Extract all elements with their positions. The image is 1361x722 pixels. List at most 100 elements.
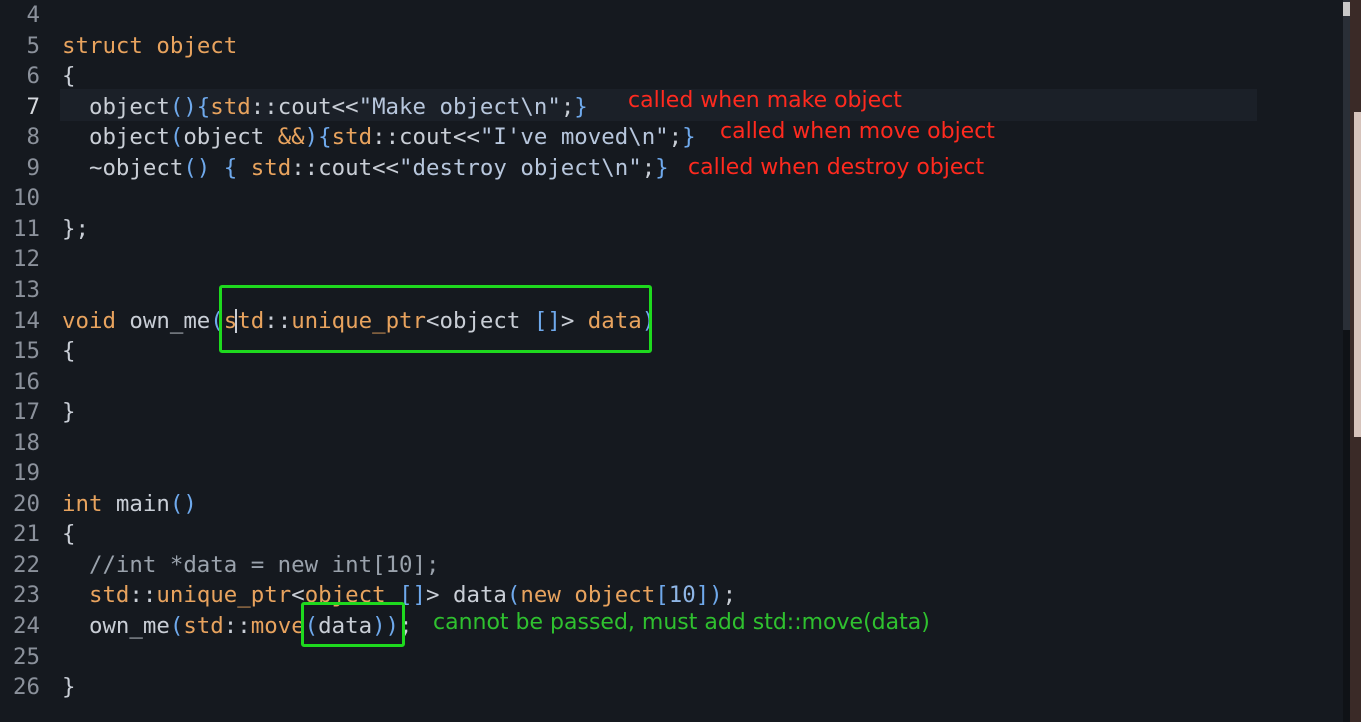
code-token: "destroy object\n" <box>399 154 642 181</box>
code-token: int <box>62 490 103 517</box>
annotation-move-object: called when move object <box>720 119 995 144</box>
highlight-box-move-argument <box>301 602 405 647</box>
code-token: std <box>250 154 292 181</box>
code-token: ::cout<< <box>250 93 359 120</box>
code-token: ){ <box>304 124 332 151</box>
code-text: object(){std::cout<<"Make object\n";} <box>62 92 588 123</box>
code-line[interactable]: 11}; <box>0 214 1343 245</box>
code-line[interactable]: 10 <box>0 183 1343 214</box>
line-number: 17 <box>13 399 40 426</box>
code-line[interactable]: 9 ~object() { std::cout<<"destroy object… <box>0 153 1343 184</box>
line-number: 4 <box>26 2 40 28</box>
code-token: ; <box>668 124 683 151</box>
code-token: () { <box>183 154 251 181</box>
code-token: object <box>183 124 278 151</box>
code-token: ( <box>169 613 184 639</box>
code-token: () <box>169 490 197 517</box>
code-token: > data <box>426 582 507 609</box>
code-line[interactable]: 5 struct object <box>0 31 1343 62</box>
code-token: struct <box>62 32 143 59</box>
code-text: //int *data = new int[10]; <box>62 550 440 581</box>
code-token: 10 <box>668 582 696 609</box>
code-line[interactable]: 20 int main() <box>0 489 1343 520</box>
code-line[interactable]: 8 object(object &&){std::cout<<"I've mov… <box>0 122 1343 153</box>
code-token: void <box>62 307 116 334</box>
line-number: 14 <box>13 307 40 334</box>
code-token: ::cout<< <box>291 154 400 181</box>
code-line[interactable]: 25 <box>0 642 1343 673</box>
code-token: ~object <box>62 154 184 181</box>
code-line[interactable]: 19 <box>0 458 1343 489</box>
code-token: main <box>102 490 170 517</box>
code-line[interactable]: 21 { <box>0 519 1343 550</box>
annotation-destroy-object: called when destroy object <box>688 155 985 180</box>
code-text: { <box>62 61 75 92</box>
line-number: 8 <box>26 124 40 151</box>
code-token: std <box>183 613 224 639</box>
code-editor[interactable]: 4 5 struct object 6{7 object(){std::cout<<"… <box>0 0 1343 722</box>
line-number: 11 <box>13 215 40 242</box>
code-token: }; <box>62 215 89 242</box>
line-number: 6 <box>26 63 40 90</box>
code-text: struct object <box>62 31 237 62</box>
line-number: 24 <box>13 613 40 639</box>
scrollbar-thumb[interactable] <box>1343 0 1350 330</box>
code-line[interactable]: 26} <box>0 672 1343 703</box>
line-number: 23 <box>13 582 40 609</box>
code-text: }; <box>62 214 89 245</box>
code-text: { <box>62 336 75 367</box>
code-token: ; <box>641 154 656 181</box>
code-token: std <box>210 93 251 120</box>
line-number: 26 <box>13 674 40 701</box>
code-token: } <box>655 154 669 181</box>
highlight-box-parameter <box>219 285 652 353</box>
code-token: } <box>682 124 696 151</box>
line-number: 22 <box>13 551 40 578</box>
code-token: (){ <box>169 93 211 120</box>
code-line[interactable]: 18 <box>0 428 1343 459</box>
code-line[interactable]: 23 std::unique_ptr<object []> data(new o… <box>0 580 1343 611</box>
code-line[interactable]: 15 { <box>0 336 1343 367</box>
code-text: } <box>62 397 75 428</box>
code-line[interactable]: 16 <box>0 367 1343 398</box>
code-token: object <box>156 32 238 59</box>
side-video-strip <box>1354 112 1361 437</box>
scrollbar-top-marker <box>1343 2 1350 16</box>
code-token: object <box>574 582 656 609</box>
line-number: 10 <box>13 185 40 212</box>
code-token: object <box>62 124 170 151</box>
code-token: ]) <box>695 582 723 609</box>
code-token: own_me <box>62 613 170 639</box>
code-line[interactable]: 14 void own_me(std::unique_ptr<object []>… <box>0 306 1343 337</box>
line-number: 21 <box>13 521 40 548</box>
code-text: { <box>62 519 75 550</box>
line-number: 20 <box>13 490 40 517</box>
line-number: 16 <box>13 368 40 395</box>
code-token: "Make object\n" <box>358 93 561 120</box>
code-token: unique_ptr <box>156 582 292 609</box>
code-token: :: <box>223 613 251 639</box>
line-number: 25 <box>13 643 40 670</box>
code-text: int main() <box>62 489 197 520</box>
code-token: std <box>88 582 130 609</box>
annotation-make-object: called when make object <box>628 88 902 113</box>
code-token: :: <box>129 582 157 609</box>
code-token: own_me <box>115 307 211 334</box>
code-text: ~object() { std::cout<<"destroy object\n… <box>62 153 669 184</box>
code-token: ( <box>506 582 521 609</box>
code-token: //int *data = new int[10]; <box>62 551 440 578</box>
code-line[interactable]: 17} <box>0 397 1343 428</box>
code-token: && <box>277 124 305 151</box>
code-line[interactable]: 22 //int *data = new int[10]; <box>0 550 1343 581</box>
line-number: 19 <box>13 460 40 487</box>
code-token: { <box>62 63 76 90</box>
code-token: [ <box>655 582 669 609</box>
code-token: object <box>62 93 170 120</box>
code-line[interactable]: 4 <box>0 0 1343 31</box>
line-number: 18 <box>13 429 40 456</box>
code-line[interactable]: 13 <box>0 275 1343 306</box>
code-token: new <box>520 582 561 609</box>
code-line[interactable]: 12 <box>0 244 1343 275</box>
